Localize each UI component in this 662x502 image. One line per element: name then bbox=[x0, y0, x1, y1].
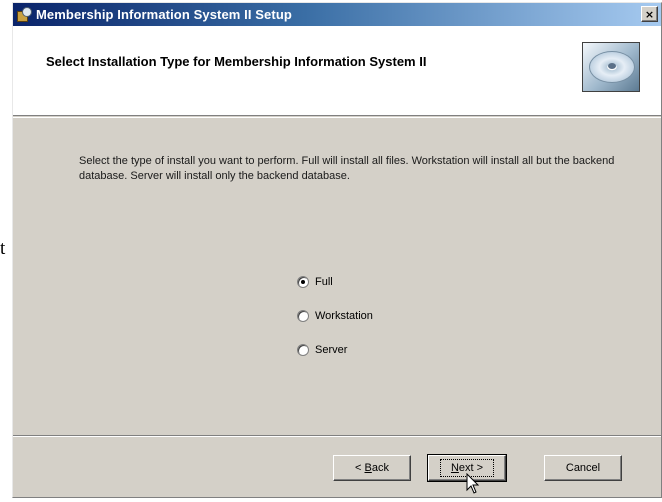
back-button-mnemonic: B bbox=[364, 462, 372, 474]
radio-button-checked[interactable] bbox=[297, 276, 309, 288]
footer-divider bbox=[13, 435, 661, 437]
banner-divider bbox=[13, 117, 661, 118]
window-title: Membership Information System II Setup bbox=[36, 7, 292, 22]
install-type-radio-group: Full Workstation Server bbox=[297, 273, 373, 375]
close-button[interactable]: × bbox=[641, 6, 658, 22]
next-button-mnemonic: N bbox=[450, 462, 459, 474]
cd-disc-icon bbox=[582, 42, 640, 92]
back-button[interactable]: < Back bbox=[333, 455, 411, 481]
radio-label-server: Server bbox=[315, 344, 348, 356]
setup-dialog-window: Membership Information System II Setup ×… bbox=[12, 2, 662, 498]
radio-option-server[interactable]: Server bbox=[297, 341, 373, 359]
radio-button[interactable] bbox=[297, 310, 309, 322]
radio-label-workstation: Workstation bbox=[315, 310, 373, 322]
header-banner: Select Installation Type for Membership … bbox=[13, 26, 661, 116]
cancel-button[interactable]: Cancel bbox=[544, 455, 622, 481]
back-button-label: ack bbox=[371, 462, 389, 474]
setup-app-icon bbox=[16, 6, 32, 23]
radio-option-workstation[interactable]: Workstation bbox=[297, 307, 373, 325]
radio-label-full: Full bbox=[315, 276, 333, 288]
page-title: Select Installation Type for Membership … bbox=[46, 54, 427, 69]
radio-option-full[interactable]: Full bbox=[297, 273, 373, 291]
instructions-text: Select the type of install you want to p… bbox=[79, 155, 615, 182]
radio-button[interactable] bbox=[297, 344, 309, 356]
mouse-cursor-icon bbox=[466, 473, 480, 494]
stray-text-fragment: t bbox=[0, 238, 6, 259]
back-button-prefix: < bbox=[355, 462, 365, 474]
title-bar[interactable]: Membership Information System II Setup × bbox=[13, 3, 661, 26]
